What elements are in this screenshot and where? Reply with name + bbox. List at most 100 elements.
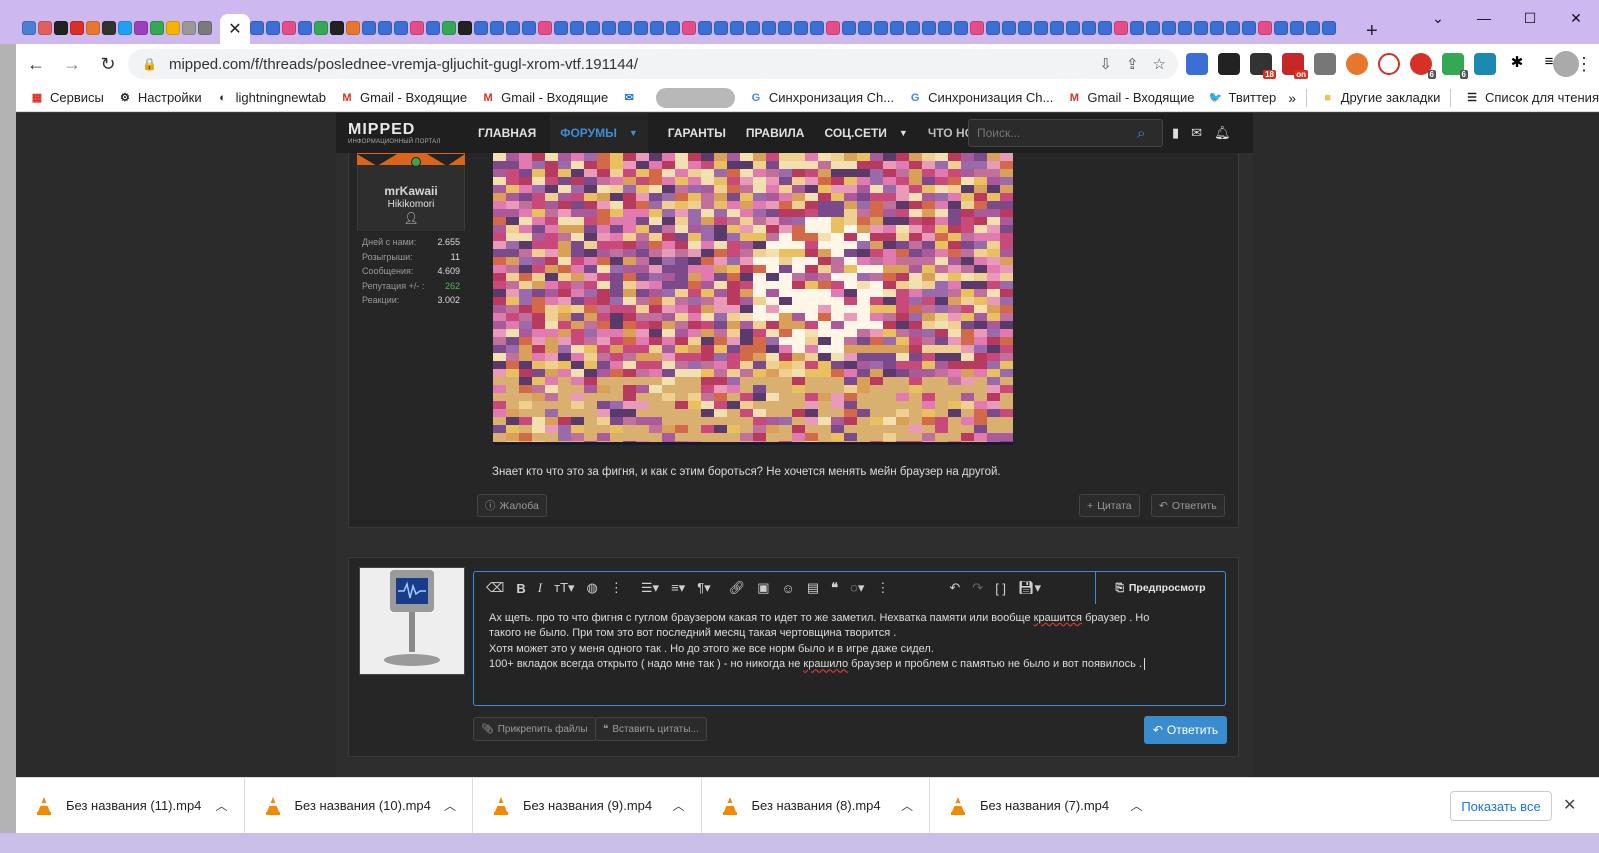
favicon[interactable] [698,21,712,35]
close-icon[interactable]: ✕ [1563,795,1576,815]
bookmark-lightningnewtab[interactable]: ◐ lightningnewtab [216,90,326,105]
favicon[interactable] [346,21,360,35]
favicon[interactable] [1322,21,1336,35]
favicon[interactable] [118,21,132,35]
favicon[interactable] [1002,21,1016,35]
search-box[interactable]: ⌕ [968,119,1163,147]
favicon[interactable] [1034,21,1048,35]
favicon[interactable] [38,21,52,35]
favicon[interactable] [522,21,536,35]
download-item[interactable]: Без названия (11).mp4 ︿ [16,777,245,834]
bookmark-gmail[interactable]: M Gmail - Входящие [340,90,467,105]
favicon[interactable] [166,21,180,35]
favicon[interactable] [970,21,984,35]
blurred-bookmark[interactable] [656,87,735,108]
font-size-icon[interactable]: тT▾ [554,580,574,596]
favicon[interactable] [1018,21,1032,35]
favicon[interactable] [938,21,952,35]
username[interactable]: mrKawaii [357,184,465,198]
favicon[interactable] [538,21,552,35]
extension-icon[interactable] [1378,53,1400,75]
favicon[interactable] [858,21,872,35]
download-item[interactable]: Без названия (10).mp4 ︿ [245,777,473,834]
bbcode-icon[interactable]: [ ] [995,581,1006,596]
extension-icon[interactable] [1218,53,1240,75]
nav-rules[interactable]: ПРАВИЛА [746,126,805,140]
bookmark-services[interactable]: ▦ Сервисы [30,90,104,105]
extension-icon[interactable] [1346,53,1368,75]
favicon[interactable] [1098,21,1112,35]
favicon[interactable] [874,21,888,35]
back-button[interactable]: ← [20,48,52,80]
favicon[interactable] [410,21,424,35]
favicon[interactable] [102,21,116,35]
favicon[interactable] [778,21,792,35]
chevron-up-icon[interactable]: ︿ [1130,797,1142,814]
extension-icon[interactable] [1474,53,1496,75]
favicon[interactable] [554,21,568,35]
nav-home[interactable]: ГЛАВНАЯ [478,126,536,140]
address-bar[interactable]: 🔒 mipped.com/f/threads/poslednee-vremja-… [128,49,1178,79]
favicon[interactable] [70,21,84,35]
show-all-downloads-button[interactable]: Показать все [1450,791,1552,821]
favicon[interactable] [906,21,920,35]
favicon[interactable] [1130,21,1144,35]
nav-social[interactable]: СОЦ.СЕТИ ▼ [824,126,907,140]
attach-files-button[interactable]: 📎︎ Прикрепить файлы [473,717,596,741]
message-editor[interactable]: ⌫ B I тT▾ ◍ ⋮ ☰▾ ≡▾ ¶▾ 🔗︎ ▣ ☺ ▤ ❝ ◌▾ ⋮ ↶… [473,571,1226,706]
favicon[interactable] [666,21,680,35]
caret-down-icon[interactable]: ▼ [629,128,638,138]
forward-button[interactable]: → [56,48,88,80]
bookmark-twitter[interactable]: 🐦 Твиттер [1208,90,1277,105]
favicon[interactable] [490,21,504,35]
favicon[interactable] [86,21,100,35]
favicon[interactable] [1114,21,1128,35]
favicon[interactable] [762,21,776,35]
more-vertical-icon[interactable]: ⋮ [876,580,889,596]
favicon[interactable] [362,21,376,35]
messages-icon[interactable]: ✉ [1191,125,1202,141]
puzzle-extensions-icon[interactable]: ✱ [1506,53,1528,75]
site-logo[interactable]: MIPPED ИНФОРМАЦИОННЫЙ ПОРТАЛ [348,120,458,146]
favicon[interactable] [298,21,312,35]
extension-icon[interactable]: 6 [1442,53,1468,79]
chevron-up-icon[interactable]: ︿ [444,797,456,814]
media-icon[interactable]: ▤ [807,580,819,596]
reading-list-button[interactable]: ☰ Список для чтения [1465,90,1599,105]
favicon[interactable] [922,21,936,35]
favicon[interactable] [1226,21,1240,35]
preview-button[interactable]: ⎘ Предпросмотр [1095,572,1225,604]
close-window-button[interactable]: ✕ [1553,0,1599,36]
favicon[interactable] [794,21,808,35]
reload-button[interactable]: ↻ [92,48,124,80]
pinned-tab-icons[interactable] [22,21,212,39]
favicon[interactable] [890,21,904,35]
nav-guarantors[interactable]: ГАРАНТЫ [668,126,726,140]
favicon[interactable] [394,21,408,35]
new-tab-button[interactable]: + [1366,20,1378,43]
favicon[interactable] [1290,21,1304,35]
favicon[interactable] [954,21,968,35]
quote-button[interactable]: + Цитата [1079,494,1140,517]
caret-down-icon[interactable]: ▼ [899,128,908,138]
favicon[interactable] [810,21,824,35]
favicon[interactable] [1258,21,1272,35]
more-bookmarks-button[interactable]: » [1288,90,1296,106]
image-icon[interactable]: ▣ [757,580,769,596]
favicon[interactable] [474,21,488,35]
favicon[interactable] [602,21,616,35]
favicon[interactable] [1306,21,1320,35]
favicon[interactable] [150,21,164,35]
favicon[interactable] [1066,21,1080,35]
favicon[interactable] [378,21,392,35]
submit-reply-button[interactable]: ↶ Ответить [1144,716,1227,744]
bookmark-gmail[interactable]: M Gmail - Входящие [481,90,609,105]
favicon[interactable] [506,21,520,35]
chevron-up-icon[interactable]: ︿ [215,797,227,814]
bookmark-sync[interactable]: G Синхронизация Ch... [908,90,1054,105]
favicon[interactable] [1146,21,1160,35]
favicon[interactable] [426,21,440,35]
bookmark-gmail[interactable]: M Gmail - Входящие [1067,90,1195,105]
close-tab-icon[interactable]: ✕ [220,14,250,44]
align-icon[interactable]: ≡▾ [671,580,685,596]
